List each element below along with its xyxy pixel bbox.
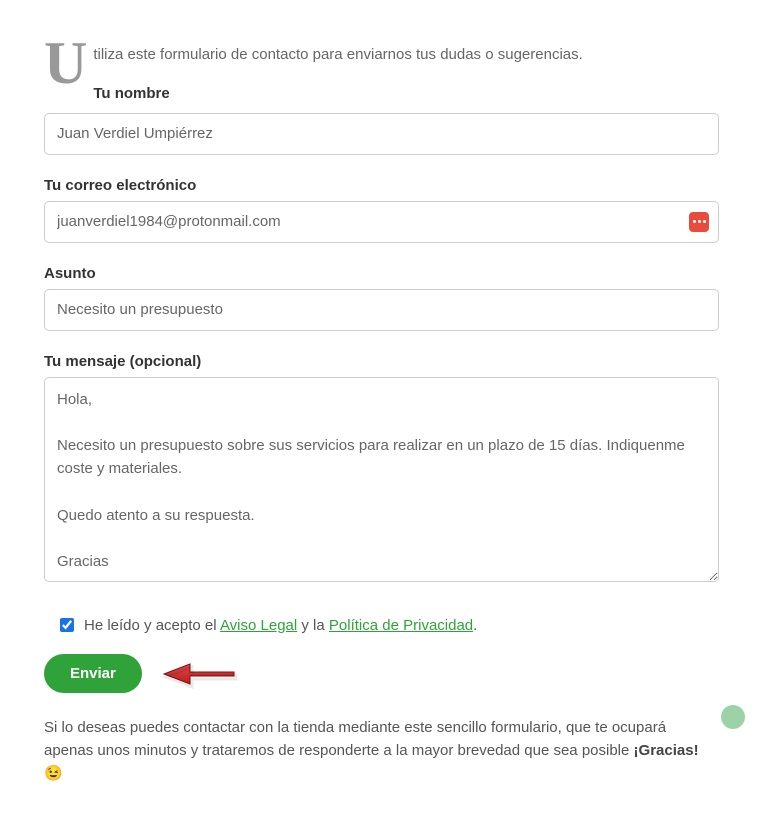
consent-text: He leído y acepto el Aviso Legal y la Po…	[84, 617, 477, 634]
label-name: Tu nombre	[93, 85, 719, 102]
message-textarea[interactable]	[44, 377, 719, 582]
label-message: Tu mensaje (opcional)	[44, 353, 719, 370]
legal-notice-link[interactable]: Aviso Legal	[220, 617, 297, 634]
consent-checkbox[interactable]	[60, 618, 74, 632]
footer-note: Si lo deseas puedes contactar con la tie…	[44, 716, 719, 786]
intro-block: U tiliza este formulario de contacto par…	[44, 44, 719, 102]
dropcap-letter: U	[44, 38, 87, 89]
password-manager-icon[interactable]	[689, 212, 709, 232]
email-input[interactable]	[44, 201, 719, 243]
submit-button[interactable]: Enviar	[44, 654, 142, 693]
label-subject: Asunto	[44, 265, 719, 282]
consent-row: He leído y acepto el Aviso Legal y la Po…	[44, 617, 719, 634]
subject-input[interactable]	[44, 289, 719, 331]
label-email: Tu correo electrónico	[44, 177, 719, 194]
name-input[interactable]	[44, 113, 719, 155]
intro-text: tiliza este formulario de contacto para …	[93, 44, 719, 67]
arrow-annotation-icon	[160, 654, 238, 694]
privacy-policy-link[interactable]: Política de Privacidad	[329, 617, 473, 634]
floating-action-dot[interactable]	[721, 705, 745, 729]
